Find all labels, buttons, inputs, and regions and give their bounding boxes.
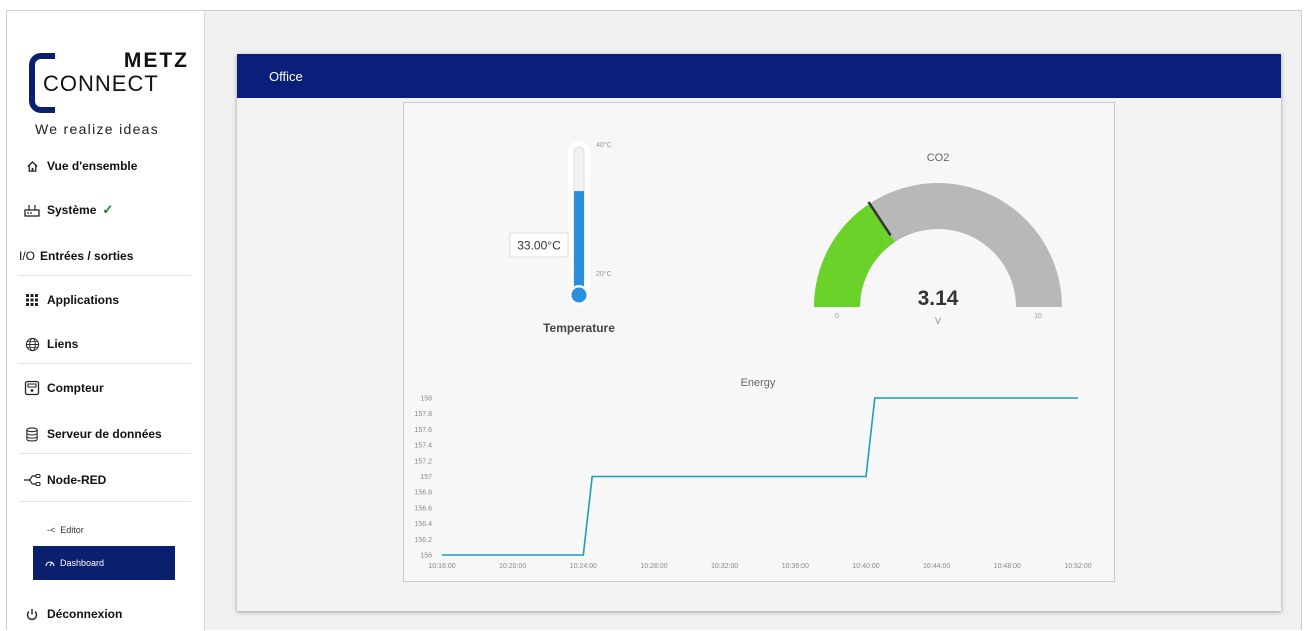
- y-tick-label: 157.4: [414, 443, 432, 450]
- logo-text-metz: METZ: [123, 49, 189, 72]
- nav-label-editor: Editor: [60, 525, 84, 535]
- thermometer-fill: [574, 191, 584, 297]
- database-icon: [23, 426, 41, 442]
- thermometer-label: Temperature: [543, 321, 615, 335]
- gauge-max-label: 10: [1034, 313, 1042, 320]
- x-tick-label: 10:24:00: [570, 563, 597, 570]
- nav-item-io[interactable]: I/O Entrées / sorties: [19, 243, 133, 269]
- nav-label-links: Liens: [47, 337, 79, 351]
- co2-gauge-widget: CO2 3.14 V 0 10: [814, 152, 1062, 326]
- dashboard-card: Office 40°C 20°C 33.00°C Temperature CO2…: [237, 54, 1281, 611]
- nav-label-meter: Compteur: [47, 381, 104, 395]
- nav-item-overview[interactable]: Vue d'ensemble: [23, 153, 137, 179]
- x-tick-label: 10:16:00: [428, 563, 455, 570]
- nav-label-overview: Vue d'ensemble: [47, 159, 138, 173]
- x-tick-label: 10:32:00: [711, 563, 738, 570]
- nav-separator: [19, 453, 191, 454]
- x-tick-label: 10:20:00: [499, 563, 526, 570]
- metz-connect-logo: METZ CONNECT: [29, 49, 189, 119]
- y-tick-label: 156.8: [414, 490, 432, 497]
- page-title: Office: [269, 68, 303, 84]
- chart-x-axis: 10:16:00 10:20:00 10:24:00 10:28:00 10:32:00…: [428, 563, 1091, 570]
- system-status-check-icon: ✓: [102, 202, 114, 217]
- series-line: [442, 397, 1078, 556]
- meter-icon: [23, 380, 41, 396]
- nav-item-applications[interactable]: Applications: [23, 287, 119, 313]
- nav-subitem-dashboard[interactable]: Dashboard: [33, 546, 175, 580]
- y-tick-label: 157: [420, 474, 432, 481]
- nav-subitem-editor[interactable]: -< Editor: [35, 515, 84, 545]
- nav-separator: [19, 275, 191, 276]
- tagline: We realize ideas: [35, 121, 160, 137]
- nav-item-data-server[interactable]: Serveur de données: [23, 421, 162, 447]
- x-tick-label: 10:48:00: [994, 563, 1021, 570]
- power-icon: [23, 608, 41, 621]
- nav-label-system: Système: [47, 203, 97, 217]
- gauge-title: CO2: [927, 152, 950, 164]
- nav-item-nodered[interactable]: Node-RED: [23, 467, 106, 493]
- x-tick-label: 10:28:00: [640, 563, 667, 570]
- y-tick-label: 156: [420, 553, 432, 560]
- thermometer-min-label: 20°C: [596, 270, 612, 278]
- y-tick-label: 157.2: [414, 458, 432, 465]
- gauge-unit: V: [935, 316, 941, 326]
- sidebar: METZ CONNECT We realize ideas Vue d'ense…: [7, 11, 205, 631]
- nav-separator: [19, 363, 191, 364]
- nav-item-logout[interactable]: Déconnexion: [23, 601, 122, 627]
- dashboard-header: Office: [237, 54, 1281, 98]
- thermometer-max-label: 40°C: [596, 141, 612, 149]
- nav-label-applications: Applications: [47, 293, 120, 307]
- x-tick-label: 10:44:00: [923, 563, 950, 570]
- nav-label-nodered: Node-RED: [47, 473, 107, 487]
- node-red-small-icon: -<: [47, 525, 56, 535]
- x-tick-label: 10:36:00: [782, 563, 809, 570]
- router-icon: [23, 202, 41, 218]
- io-icon: I/O: [19, 249, 36, 263]
- thermometer-widget: 40°C 20°C 33.00°C Temperature: [509, 141, 615, 335]
- apps-grid-icon: [23, 294, 41, 306]
- energy-chart: Energy 156156.2156.4156.6156.8157157.215…: [414, 377, 1091, 570]
- globe-icon: [23, 337, 41, 352]
- logo-text-connect: CONNECT: [43, 71, 159, 96]
- nav-label-dashboard: Dashboard: [60, 558, 105, 568]
- y-tick-label: 156.6: [414, 505, 432, 512]
- gauge-value: 3.14: [918, 287, 959, 310]
- nav-label-io: Entrées / sorties: [40, 249, 134, 263]
- y-tick-label: 157.6: [414, 427, 432, 434]
- thermometer-bulb: [571, 287, 587, 303]
- nav-item-system[interactable]: Système ✓: [23, 197, 113, 223]
- y-tick-label: 156.4: [414, 521, 432, 528]
- dashboard-icon: [45, 558, 55, 569]
- nav-label-logout: Déconnexion: [47, 607, 123, 621]
- gauge-min-label: 0: [835, 313, 839, 320]
- nav-label-data-server: Serveur de données: [47, 427, 162, 441]
- y-tick-label: 158: [420, 396, 432, 403]
- chart-title: Energy: [741, 377, 776, 389]
- y-tick-label: 157.8: [414, 411, 432, 418]
- chart-series: [442, 397, 1078, 556]
- app-frame: METZ CONNECT We realize ideas Vue d'ense…: [6, 10, 1302, 631]
- y-tick-label: 156.2: [414, 537, 432, 544]
- widgets-canvas: 40°C 20°C 33.00°C Temperature CO2 3.14 V…: [414, 141, 1092, 570]
- node-red-icon: [23, 474, 41, 486]
- home-icon: [23, 160, 41, 173]
- nav-item-links[interactable]: Liens: [23, 331, 78, 357]
- widget-panel: 40°C 20°C 33.00°C Temperature CO2 3.14 V…: [403, 102, 1115, 582]
- nav-item-meter[interactable]: Compteur: [23, 375, 104, 401]
- thermometer-value: 33.00°C: [517, 239, 561, 253]
- x-tick-label: 10:40:00: [852, 563, 879, 570]
- nav-separator: [19, 501, 191, 502]
- chart-y-axis: 156 156.2 156.4 156.6 156.8 157 157.2 157.4 157.…: [414, 396, 432, 560]
- x-tick-label: 10:52:00: [1064, 563, 1091, 570]
